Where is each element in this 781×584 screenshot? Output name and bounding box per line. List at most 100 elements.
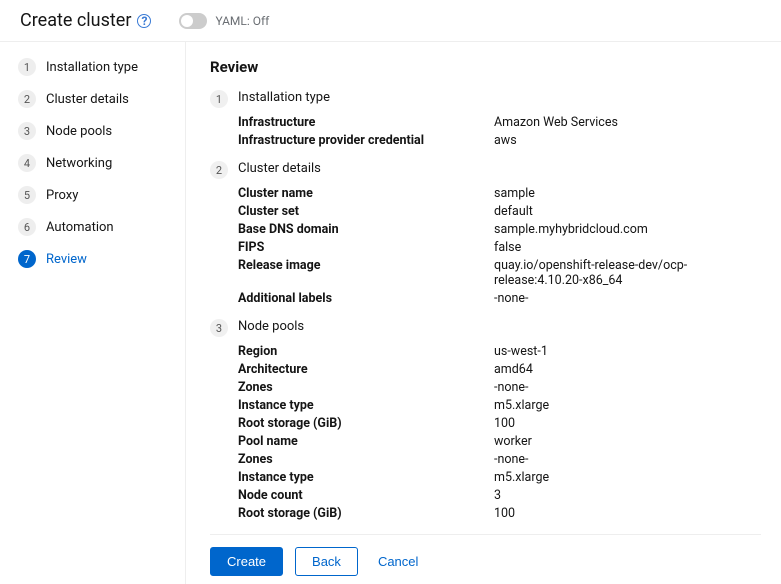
step-number: 1 bbox=[18, 58, 36, 76]
kv-key: Root storage (GiB) bbox=[238, 416, 494, 431]
kv-row: Additional labels-none- bbox=[238, 291, 761, 306]
kv-row: Base DNS domainsample.myhybridcloud.com bbox=[238, 222, 761, 237]
step-number: 7 bbox=[18, 250, 36, 268]
kv-key: Node count bbox=[238, 488, 494, 503]
page-title: Create cluster bbox=[20, 10, 131, 31]
kv-key: FIPS bbox=[238, 240, 494, 255]
yaml-toggle-label: YAML: Off bbox=[215, 14, 269, 28]
section-number: 2 bbox=[210, 161, 228, 179]
step-label: Cluster details bbox=[46, 92, 129, 107]
kv-value: quay.io/openshift-release-dev/ocp-releas… bbox=[494, 258, 761, 288]
kv-key: Zones bbox=[238, 452, 494, 467]
back-button[interactable]: Back bbox=[295, 547, 358, 576]
review-title: Review bbox=[210, 58, 761, 76]
main-layout: 1Installation type2Cluster details3Node … bbox=[0, 42, 781, 584]
kv-value: -none- bbox=[494, 380, 761, 395]
kv-row: Instance typem5.xlarge bbox=[238, 398, 761, 413]
toggle-thumb bbox=[181, 15, 193, 27]
section-body: Cluster detailsCluster namesampleCluster… bbox=[238, 161, 761, 309]
yaml-toggle[interactable]: YAML: Off bbox=[179, 13, 269, 29]
kv-row: Zones-none- bbox=[238, 452, 761, 467]
step-number: 5 bbox=[18, 186, 36, 204]
wizard-step-automation[interactable]: 6Automation bbox=[18, 218, 185, 236]
kv-row: Regionus-west-1 bbox=[238, 344, 761, 359]
kv-key: Additional labels bbox=[238, 291, 494, 306]
kv-value: Amazon Web Services bbox=[494, 115, 761, 130]
step-number: 3 bbox=[18, 122, 36, 140]
wizard-step-installation-type[interactable]: 1 Installation type bbox=[18, 58, 185, 76]
wizard-footer: Create Back Cancel bbox=[210, 534, 761, 576]
kv-row: Architectureamd64 bbox=[238, 362, 761, 377]
kv-row: Infrastructure provider credentialaws bbox=[238, 133, 761, 148]
kv-value: default bbox=[494, 204, 761, 219]
kv-value: m5.xlarge bbox=[494, 398, 761, 413]
kv-row: Release imagequay.io/openshift-release-d… bbox=[238, 258, 761, 288]
kv-value: sample.myhybridcloud.com bbox=[494, 222, 761, 237]
kv-value: 3 bbox=[494, 488, 761, 503]
kv-row: Zones-none- bbox=[238, 380, 761, 395]
kv-key: Zones bbox=[238, 380, 494, 395]
create-button[interactable]: Create bbox=[210, 547, 283, 576]
step-label: Networking bbox=[46, 156, 112, 171]
kv-key: Root storage (GiB) bbox=[238, 506, 494, 521]
section-title: Cluster details bbox=[238, 161, 761, 176]
wizard-sidebar: 1 Installation type 2 Cluster details 3 Node … bbox=[0, 42, 185, 584]
kv-row: Node count3 bbox=[238, 488, 761, 503]
kv-value: us-west-1 bbox=[494, 344, 761, 359]
kv-row: FIPSfalse bbox=[238, 240, 761, 255]
section-body: Node poolsRegionus-west-1Architectureamd… bbox=[238, 319, 761, 524]
wizard-step-node-pools[interactable]: 3 Node pools bbox=[18, 122, 185, 140]
section-title: Node pools bbox=[238, 319, 761, 334]
kv-key: Instance type bbox=[238, 470, 494, 485]
step-number: 2 bbox=[18, 90, 36, 108]
kv-value: m5.xlarge bbox=[494, 470, 761, 485]
review-section-installation-type: 1 Installation type InfrastructureAmazon W… bbox=[210, 90, 761, 151]
section-number: 1 bbox=[210, 90, 228, 108]
kv-key: Architecture bbox=[238, 362, 494, 377]
kv-row: Cluster setdefault bbox=[238, 204, 761, 219]
section-title: Installation type bbox=[238, 90, 761, 105]
cancel-button[interactable]: Cancel bbox=[370, 548, 426, 575]
step-label: Node pools bbox=[46, 124, 112, 139]
kv-key: Release image bbox=[238, 258, 494, 288]
kv-key: Base DNS domain bbox=[238, 222, 494, 237]
kv-value: -none- bbox=[494, 452, 761, 467]
step-label: Proxy bbox=[46, 188, 78, 203]
kv-row: Root storage (GiB)100 bbox=[238, 416, 761, 431]
section-body: Installation type InfrastructureAmazon We… bbox=[238, 90, 761, 151]
kv-value: amd64 bbox=[494, 362, 761, 377]
kv-value: sample bbox=[494, 186, 761, 201]
kv-row: InfrastructureAmazon Web Services bbox=[238, 115, 761, 130]
toggle-track bbox=[179, 13, 207, 29]
wizard-step-networking[interactable]: 4 Networking bbox=[18, 154, 185, 172]
content-area: Review 1Installation typeInfrastructureA… bbox=[185, 42, 781, 584]
page-header: Create cluster ? YAML: Off bbox=[0, 0, 781, 42]
kv-key: Cluster set bbox=[238, 204, 494, 219]
kv-row: Pool nameworker bbox=[238, 434, 761, 449]
wizard-step-cluster-details[interactable]: 2 Cluster details bbox=[18, 90, 185, 108]
step-number: 4 bbox=[18, 154, 36, 172]
kv-key: Region bbox=[238, 344, 494, 359]
step-label: Automation bbox=[46, 220, 114, 235]
help-icon[interactable]: ? bbox=[137, 14, 151, 28]
kv-key: Infrastructure bbox=[238, 115, 494, 130]
wizard-step-proxy[interactable]: 5 Proxy bbox=[18, 186, 185, 204]
review-section-cluster-details: 2Cluster detailsCluster namesampleCluste… bbox=[210, 161, 761, 309]
kv-key: Infrastructure provider credential bbox=[238, 133, 494, 148]
kv-value: 100 bbox=[494, 506, 761, 521]
kv-row: Cluster namesample bbox=[238, 186, 761, 201]
review-section-node-pools: 3Node poolsRegionus-west-1Architectuream… bbox=[210, 319, 761, 524]
kv-value: worker bbox=[494, 434, 761, 449]
kv-value: false bbox=[494, 240, 761, 255]
step-label: Review bbox=[46, 252, 87, 267]
step-label: Installation type bbox=[46, 60, 138, 75]
kv-key: Pool name bbox=[238, 434, 494, 449]
kv-value: -none- bbox=[494, 291, 761, 306]
kv-row: Instance typem5.xlarge bbox=[238, 470, 761, 485]
kv-row: Root storage (GiB)100 bbox=[238, 506, 761, 521]
wizard-step-review[interactable]: 7 Review bbox=[18, 250, 185, 268]
kv-value: aws bbox=[494, 133, 761, 148]
section-number: 3 bbox=[210, 319, 228, 337]
kv-key: Cluster name bbox=[238, 186, 494, 201]
kv-key: Instance type bbox=[238, 398, 494, 413]
